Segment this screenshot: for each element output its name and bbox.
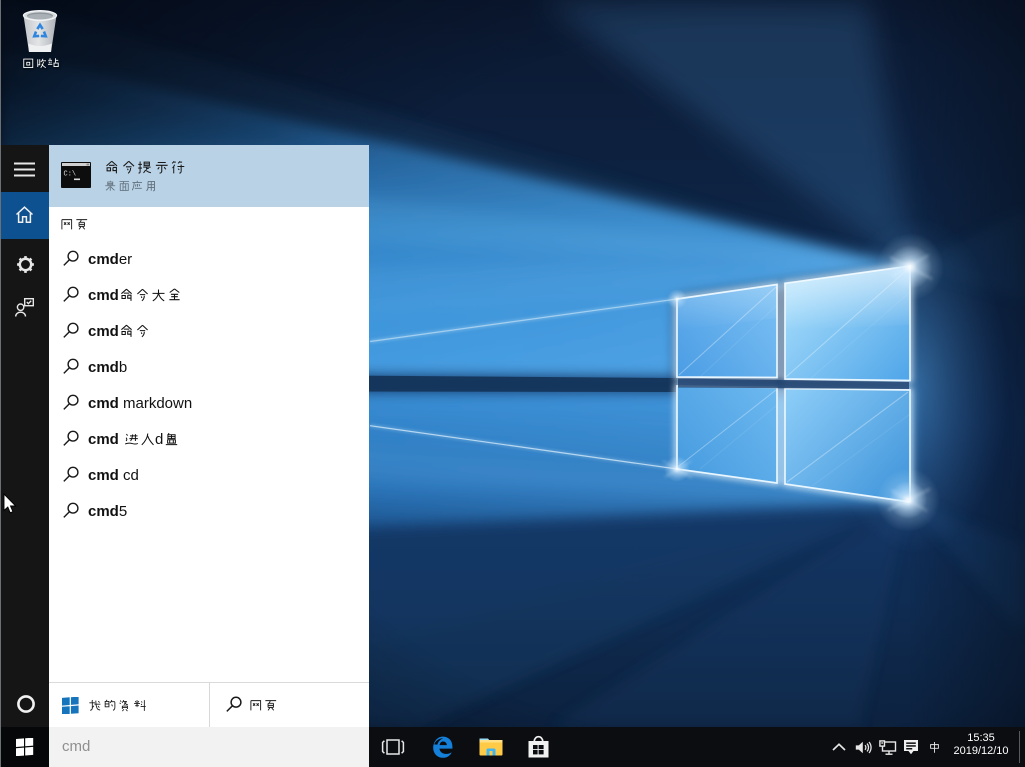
svg-text:C:\: C:\ bbox=[64, 171, 77, 179]
